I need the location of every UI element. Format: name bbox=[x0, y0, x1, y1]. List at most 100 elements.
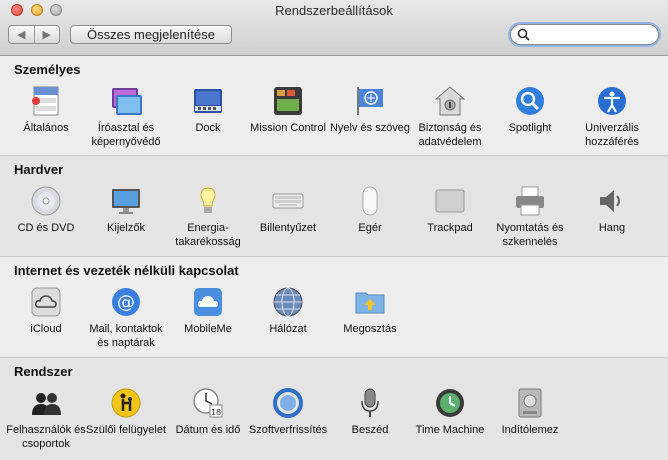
accessibility-icon bbox=[598, 87, 626, 115]
pref-label: Mail, kontaktok és naptárak bbox=[89, 323, 163, 349]
pref-label: Dock bbox=[195, 122, 221, 134]
section-personal: Személyes Általános Íróasztal és képerny… bbox=[0, 56, 668, 156]
desktop-screensaver-icon bbox=[112, 88, 142, 115]
section-hardware: Hardver CD és DVD Kijelzők Energia-takar… bbox=[0, 156, 668, 257]
forward-button[interactable]: ▶ bbox=[33, 26, 60, 43]
section-title: Személyes bbox=[14, 62, 81, 77]
pref-general[interactable]: Általános bbox=[4, 85, 88, 135]
users-groups-icon bbox=[32, 393, 61, 415]
back-button[interactable]: ◀ bbox=[9, 26, 34, 43]
section-title: Hardver bbox=[14, 162, 64, 177]
language-flag-icon bbox=[357, 87, 383, 115]
mission-control-icon bbox=[274, 87, 302, 115]
spotlight-magnifier-icon bbox=[516, 87, 544, 115]
pref-mobileme[interactable]: MobileMe bbox=[166, 286, 250, 336]
pref-displays[interactable]: Kijelzők bbox=[84, 185, 168, 235]
pref-label: iCloud bbox=[30, 323, 62, 335]
pref-cd-dvd[interactable]: CD és DVD bbox=[4, 185, 88, 235]
trackpad-icon bbox=[435, 189, 465, 213]
svg-text:@: @ bbox=[117, 292, 135, 313]
pref-label: Trackpad bbox=[427, 222, 473, 234]
pref-parental-controls[interactable]: Szülői felügyelet bbox=[84, 387, 168, 437]
section-title: Rendszer bbox=[14, 364, 73, 379]
pref-speech[interactable]: Beszéd bbox=[328, 387, 412, 437]
pref-label: Beszéd bbox=[351, 424, 389, 436]
date-time-clock-icon: 18 bbox=[193, 388, 223, 418]
search-field[interactable] bbox=[510, 24, 659, 45]
pref-label: Biztonság és adatvédelem bbox=[418, 122, 482, 148]
search-input[interactable] bbox=[532, 26, 652, 42]
pref-label: Szoftverfrissítés bbox=[248, 424, 328, 436]
svg-text:18: 18 bbox=[211, 408, 221, 417]
section-title: Internet és vezeték nélküli kapcsolat bbox=[14, 263, 239, 278]
pref-label: Általános bbox=[23, 122, 69, 134]
system-preferences-window: Rendszerbeállítások ◀ ▶ Összes megjelení… bbox=[0, 0, 668, 460]
pref-network[interactable]: Hálózat bbox=[246, 286, 330, 336]
pref-label: Nyelv és szöveg bbox=[329, 122, 411, 134]
speech-microphone-icon bbox=[361, 388, 379, 417]
section-internet-wireless: Internet és vezeték nélküli kapcsolat iC… bbox=[0, 257, 668, 358]
displays-icon bbox=[112, 189, 140, 214]
cd-dvd-icon bbox=[31, 186, 61, 216]
pref-mouse[interactable]: Egér bbox=[328, 185, 412, 235]
pref-startup-disk[interactable]: Indítólemez bbox=[488, 387, 572, 437]
pref-icloud[interactable]: iCloud bbox=[4, 286, 88, 336]
general-file-icon bbox=[32, 86, 59, 116]
parental-controls-icon bbox=[111, 388, 141, 418]
show-all-button[interactable]: Összes megjelenítése bbox=[70, 25, 232, 44]
time-machine-icon bbox=[436, 389, 464, 417]
pref-label: Billentyűzet bbox=[259, 222, 317, 234]
pref-date-time[interactable]: 18 Dátum és idő bbox=[166, 387, 250, 437]
pref-trackpad[interactable]: Trackpad bbox=[408, 185, 492, 235]
window-title: Rendszerbeállítások bbox=[275, 3, 393, 18]
pref-label: Egér bbox=[358, 222, 382, 234]
mail-at-icon: @ bbox=[112, 288, 140, 316]
pref-label: Mission Control bbox=[250, 122, 326, 134]
pref-language-text[interactable]: Nyelv és szöveg bbox=[328, 85, 412, 135]
pref-label: Dátum és idő bbox=[175, 424, 241, 436]
pref-label: Szülői felügyelet bbox=[85, 424, 167, 436]
network-globe-icon bbox=[273, 287, 303, 317]
pref-label: Megosztás bbox=[343, 323, 397, 335]
pref-mission-control[interactable]: Mission Control bbox=[246, 85, 330, 135]
pref-label: Energia-takarékosság bbox=[175, 222, 241, 248]
sharing-folder-icon bbox=[355, 292, 385, 314]
mobileme-cloud-icon bbox=[194, 288, 222, 316]
keyboard-icon bbox=[272, 193, 304, 209]
pref-keyboard[interactable]: Billentyűzet bbox=[246, 185, 330, 235]
toolbar: Rendszerbeállítások ◀ ▶ Összes megjelení… bbox=[0, 0, 668, 56]
back-forward-group: ◀ ▶ bbox=[8, 25, 60, 44]
icloud-icon bbox=[31, 287, 61, 317]
pref-desktop-screensaver[interactable]: Íróasztal és képernyővédő bbox=[84, 85, 168, 149]
section-system: Rendszer Felhasználók és csoportok Szülő… bbox=[0, 358, 668, 460]
pref-sound[interactable]: Hang bbox=[570, 185, 654, 235]
printer-icon bbox=[516, 186, 544, 216]
pref-mail-contacts-calendars[interactable]: @ Mail, kontaktok és naptárak bbox=[84, 286, 168, 350]
pref-label: Univerzális hozzáférés bbox=[585, 122, 639, 148]
pref-security-privacy[interactable]: Biztonság és adatvédelem bbox=[408, 85, 492, 149]
pref-label: Nyomtatás és szkennelés bbox=[496, 222, 564, 248]
pref-universal-access[interactable]: Univerzális hozzáférés bbox=[570, 85, 654, 149]
pref-label: Íróasztal és képernyővédő bbox=[91, 122, 161, 148]
pref-label: Kijelzők bbox=[107, 222, 145, 234]
search-icon bbox=[517, 28, 530, 41]
pref-sharing[interactable]: Megosztás bbox=[328, 286, 412, 336]
pref-software-update[interactable]: Szoftverfrissítés bbox=[246, 387, 330, 437]
software-update-icon bbox=[273, 388, 303, 418]
pref-spotlight[interactable]: Spotlight bbox=[488, 85, 572, 135]
pref-dock[interactable]: Dock bbox=[166, 85, 250, 135]
dock-icon bbox=[194, 89, 222, 113]
pref-print-scan[interactable]: Nyomtatás és szkennelés bbox=[488, 185, 572, 249]
speaker-icon bbox=[600, 190, 620, 212]
pref-time-machine[interactable]: Time Machine bbox=[408, 387, 492, 437]
pref-label: Indítólemez bbox=[501, 424, 559, 436]
pref-users-groups[interactable]: Felhasználók és csoportok bbox=[4, 387, 88, 451]
pref-label: CD és DVD bbox=[17, 222, 75, 234]
pref-label: Hang bbox=[598, 222, 626, 234]
pref-label: Felhasználók és csoportok bbox=[6, 424, 86, 450]
pref-label: Spotlight bbox=[508, 122, 552, 134]
startup-disk-icon bbox=[518, 388, 542, 418]
pref-label: MobileMe bbox=[184, 323, 232, 335]
pref-energy-saver[interactable]: Energia-takarékosság bbox=[166, 185, 250, 249]
energy-bulb-icon bbox=[200, 187, 216, 213]
